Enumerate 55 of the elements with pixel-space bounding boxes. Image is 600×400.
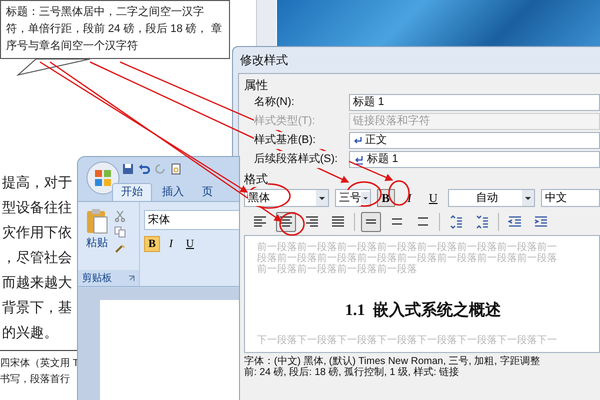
style-description: 字体：(中文) 黑体, (默认) Times New Roman, 三号, 加粗, 字距调整 [244, 356, 541, 367]
style-description: 前: 24 磅, 段后: 18 磅, 孤行控制, 1 级, 样式: 链接 [244, 367, 460, 378]
dialog-launcher-icon[interactable] [128, 274, 135, 282]
annotation-circle [247, 183, 291, 209]
format-button[interactable]: U [424, 189, 442, 207]
undo-icon[interactable] [138, 163, 150, 175]
style-field[interactable]: 标题 1 [349, 151, 600, 168]
font-size-dropdown[interactable]: 三号 [334, 189, 371, 207]
space-before-down-icon [474, 214, 490, 230]
paste-button[interactable]: 粘贴 [84, 208, 110, 270]
preview-text: 下一段落下一段落下一段落下一段落下一段落下一段落下一段落下一 [257, 335, 558, 346]
annotation-circle [388, 180, 410, 206]
clipboard-icon [86, 208, 108, 236]
format-button[interactable]: I [163, 236, 179, 252]
note-text: 书写，段落首行 [0, 372, 71, 387]
color-dropdown[interactable]: 自动 [448, 189, 535, 207]
print-preview-icon[interactable] [170, 163, 182, 175]
section-label: 格式 [244, 171, 268, 187]
group-label: 剪贴板 [82, 272, 112, 286]
ribbon-tab[interactable]: 开始 [112, 183, 152, 201]
preview-text: 前一段落前一段落前一段落前一段落 [257, 264, 418, 275]
document-text: ，尽管社会 [2, 248, 72, 267]
single-spacing-button[interactable] [361, 212, 381, 232]
preview-text: 段落前一段落前一段落前一段落前一段落前一段落前一段落前一段落 [257, 253, 558, 264]
style-field[interactable]: 正文 [349, 132, 600, 149]
format-button[interactable]: I [400, 189, 418, 207]
document-text: 型设备往往 [2, 198, 72, 217]
annotation-circle [279, 212, 305, 236]
document-text: 背景下，基 [2, 298, 72, 317]
document-text: 的兴趣。 [2, 323, 59, 342]
script-dropdown[interactable]: 中文 [540, 189, 600, 207]
section-label: 属性 [244, 77, 269, 93]
save-icon[interactable] [122, 163, 134, 175]
space-before-up-icon [448, 214, 464, 230]
style-field[interactable]: 标题 1 [349, 94, 600, 111]
document-text: 灾作用下依 [2, 223, 72, 242]
style-field: 链接段落和字符 [349, 113, 600, 130]
office-button[interactable] [86, 162, 120, 194]
dialog-title: 修改样式 [239, 52, 289, 69]
font-dropdown[interactable]: 黑体 [244, 189, 329, 207]
copy-icon[interactable] [114, 226, 126, 238]
font-field[interactable]: 宋体 [144, 210, 239, 230]
linked-style-icon [353, 154, 364, 164]
document-text: 提高，对于 [2, 173, 72, 192]
cut-icon[interactable] [114, 210, 126, 222]
return-icon [353, 136, 362, 145]
format-button[interactable]: U [182, 236, 198, 252]
ribbon-tab[interactable]: 页 [194, 183, 221, 201]
brush-icon[interactable] [114, 242, 126, 254]
document-text: 而越来越大 [2, 273, 72, 292]
preview-heading: 1.1 嵌入式系统之概述 [345, 301, 502, 321]
ribbon-tab[interactable]: 插入 [154, 183, 192, 201]
field-label: 后续段落样式(S): [254, 151, 349, 168]
preview-text: 前一段落前一段落前一段落前一段落前一段落前一段落前一段落前一 [257, 242, 558, 253]
format-button[interactable]: B [144, 236, 160, 252]
